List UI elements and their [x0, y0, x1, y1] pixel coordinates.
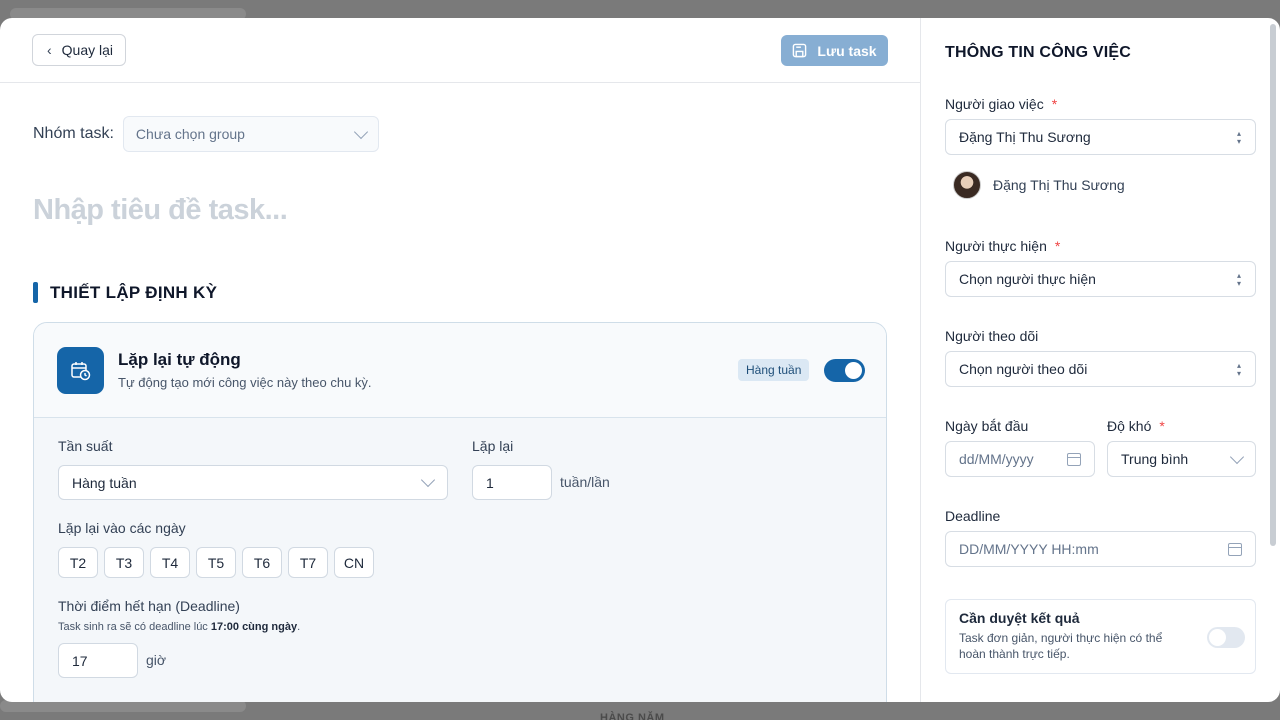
assigner-select[interactable]: Đặng Thị Thu Sương ▴ ▾ [945, 119, 1256, 155]
approval-description: Task đơn giản, người thực hiện có thể ho… [959, 631, 1163, 661]
difficulty-select[interactable]: Trung bình [1107, 441, 1256, 477]
difficulty-label: Độ khó * [1107, 418, 1165, 434]
save-task-button[interactable]: Lưu task [781, 35, 888, 66]
start-date-label: Ngày bắt đầu [945, 418, 1029, 434]
avatar [953, 171, 981, 199]
task-info-sidebar: THÔNG TIN CÔNG VIỆC Người giao việc * Đặn… [920, 18, 1280, 702]
required-mark: * [1051, 96, 1058, 112]
difficulty-select-value: Trung bình [1121, 451, 1189, 467]
backdrop-text: HÀNG NĂM [600, 712, 665, 720]
task-title-input[interactable]: Nhập tiêu đề task... [33, 194, 288, 227]
task-modal: ‹ Quay lại Lưu task Nhóm task: Chưa chọn… [0, 18, 1280, 702]
deadline-placeholder: DD/MM/YYYY HH:mm [959, 541, 1099, 557]
assigner-label-text: Người giao việc [945, 96, 1044, 112]
required-mark: * [1054, 238, 1061, 254]
assigner-chip-name: Đặng Thị Thu Sương [993, 177, 1125, 193]
approval-setting: Cần duyệt kết quả Task đơn giản, người t… [945, 599, 1256, 674]
weekday-picker: T2 T3 T4 T5 T6 T7 CN [58, 547, 374, 578]
assignee-label: Người thực hiện * [945, 238, 1060, 254]
back-button[interactable]: ‹ Quay lại [32, 34, 127, 66]
assignee-label-text: Người thực hiện [945, 238, 1047, 254]
hour-unit: giờ [146, 652, 167, 668]
approval-title: Cần duyệt kết quả [959, 610, 1080, 626]
repeat-unit: tuần/lần [560, 474, 610, 490]
follower-select[interactable]: Chọn người theo dõi ▴ ▾ [945, 351, 1256, 387]
weekday-button[interactable]: T7 [288, 547, 328, 578]
frequency-select[interactable]: Hàng tuần [58, 465, 448, 500]
days-label: Lặp lại vào các ngày [58, 520, 186, 536]
group-select-value: Chưa chọn group [135, 126, 245, 142]
save-button-label: Lưu task [817, 42, 877, 59]
deadline-hour-input[interactable]: 17 [58, 643, 138, 678]
recurrence-section-header: THIẾT LẬP ĐỊNH KỲ [33, 282, 217, 303]
recurrence-card: Lặp lại tự động Tự động tạo mới công việ… [33, 322, 887, 702]
assigner-label: Người giao việc * [945, 96, 1057, 112]
sidebar-scrollbar[interactable] [1270, 24, 1276, 546]
recurrence-card-header: Lặp lại tự động Tự động tạo mới công việ… [34, 323, 886, 418]
chevron-left-icon: ‹ [47, 42, 52, 58]
chevron-updown-icon: ▴ ▾ [1236, 360, 1241, 378]
repeat-interval-input[interactable]: 1 [472, 465, 552, 500]
back-button-label: Quay lại [61, 42, 114, 58]
section-accent-bar [33, 282, 38, 303]
deadline-note-prefix: Task sinh ra sẽ có deadline lúc [58, 621, 211, 633]
calendar-repeat-icon [57, 347, 104, 394]
assigner-select-value: Đặng Thị Thu Sương [959, 129, 1091, 145]
deadline-label: Deadline [945, 508, 1001, 524]
weekday-button[interactable]: CN [334, 547, 374, 578]
repeat-label: Lặp lại [472, 438, 514, 454]
calendar-icon [1067, 452, 1081, 466]
deadline-note: Task sinh ra sẽ có deadline lúc 17:00 cù… [58, 621, 300, 633]
weekday-button[interactable]: T4 [150, 547, 190, 578]
weekday-button[interactable]: T5 [196, 547, 236, 578]
deadline-note-suffix: . [297, 621, 301, 633]
follower-select-value: Chọn người theo dõi [959, 361, 1088, 377]
deadline-note-time: 17:00 cùng ngày [210, 621, 298, 633]
save-icon [793, 43, 807, 58]
chevron-down-icon [420, 472, 436, 488]
modal-header: ‹ Quay lại Lưu task [0, 18, 920, 83]
section-title: THIẾT LẬP ĐỊNH KỲ [50, 282, 218, 302]
frequency-badge: Hàng tuần [738, 359, 810, 381]
recurrence-toggle[interactable] [824, 359, 865, 382]
assignee-select-value: Chọn người thực hiện [959, 271, 1096, 287]
recurrence-subtitle: Tự động tạo mới công việc này theo chu k… [118, 375, 372, 390]
group-label: Nhóm task: [33, 125, 114, 142]
follower-label: Người theo dõi [945, 328, 1039, 344]
chevron-updown-icon: ▴ ▾ [1236, 128, 1241, 146]
assignee-select[interactable]: Chọn người thực hiện ▴ ▾ [945, 261, 1256, 297]
required-mark: * [1159, 418, 1165, 434]
chevron-updown-icon: ▴ ▾ [1236, 270, 1241, 288]
deadline-time-label: Thời điểm hết hạn (Deadline) [58, 598, 240, 614]
difficulty-label-text: Độ khó [1107, 418, 1152, 434]
task-group-row: Nhóm task: Chưa chọn group [33, 116, 379, 152]
weekday-button[interactable]: T6 [242, 547, 282, 578]
chevron-down-icon [1229, 449, 1245, 464]
group-select[interactable]: Chưa chọn group [122, 116, 379, 152]
calendar-icon [1228, 542, 1242, 556]
assigner-chip: Đặng Thị Thu Sương [945, 165, 1256, 205]
frequency-select-value: Hàng tuần [72, 474, 137, 491]
weekday-button[interactable]: T3 [104, 547, 144, 578]
start-date-input[interactable]: dd/MM/yyyy [945, 441, 1095, 477]
recurrence-title: Lặp lại tự động [118, 350, 241, 369]
weekday-button[interactable]: T2 [58, 547, 98, 578]
frequency-label: Tần suất [58, 438, 113, 454]
start-date-placeholder: dd/MM/yyyy [959, 451, 1034, 467]
task-editor: ‹ Quay lại Lưu task Nhóm task: Chưa chọn… [0, 18, 920, 702]
chevron-down-icon [353, 124, 368, 139]
deadline-input[interactable]: DD/MM/YYYY HH:mm [945, 531, 1256, 567]
approval-toggle[interactable] [1207, 627, 1245, 648]
sidebar-title: THÔNG TIN CÔNG VIỆC [945, 44, 1132, 61]
